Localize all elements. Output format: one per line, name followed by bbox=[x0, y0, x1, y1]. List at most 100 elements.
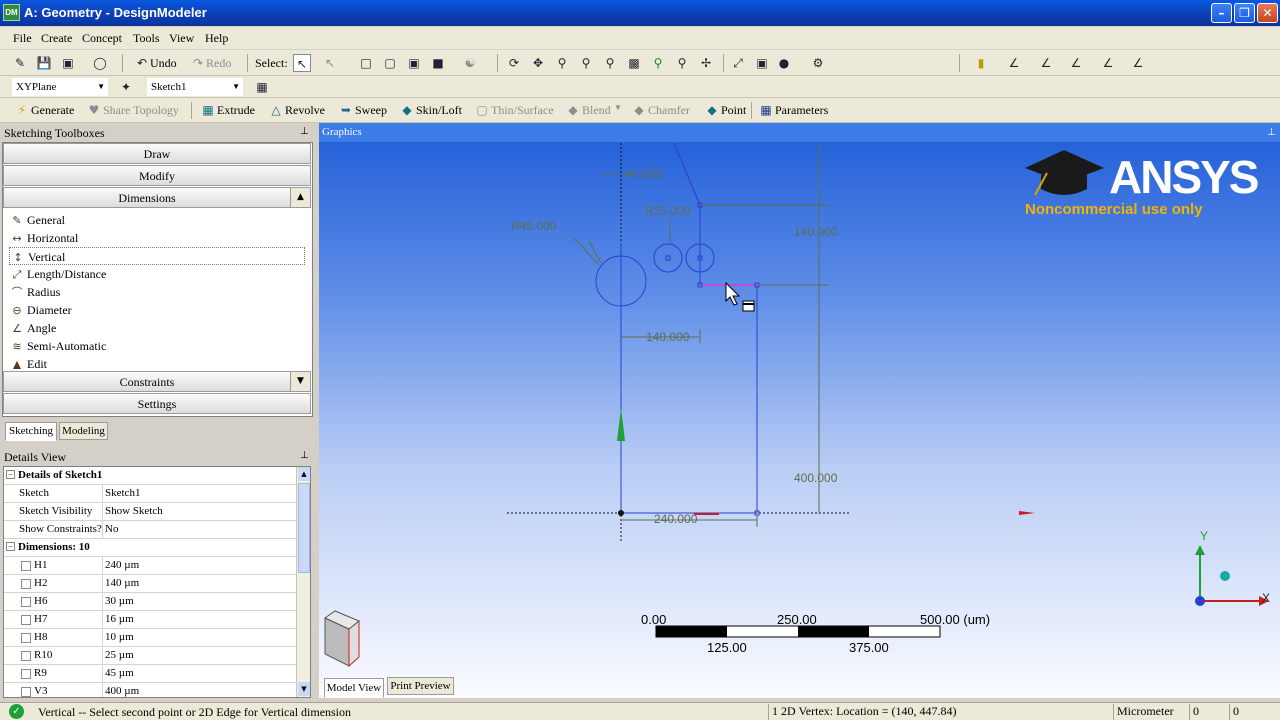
zoom-green-icon[interactable]: ⚲ bbox=[649, 54, 667, 72]
lightning-icon[interactable]: ⚡ bbox=[13, 101, 31, 119]
details-scrollbar[interactable]: ▲ ▼ bbox=[296, 467, 310, 697]
select-filter-icon[interactable]: ↖ bbox=[321, 54, 339, 72]
pan-icon[interactable]: ✥ bbox=[529, 54, 547, 72]
undo-button[interactable]: Undo bbox=[150, 56, 177, 71]
minimize-button[interactable]: – bbox=[1211, 3, 1232, 23]
select-mode-icon[interactable]: ↖ bbox=[293, 54, 311, 72]
look-at-icon[interactable]: ⚙ bbox=[809, 54, 827, 72]
scroll-thumb[interactable] bbox=[298, 483, 310, 573]
menu-file[interactable]: File bbox=[13, 31, 32, 46]
save-as-icon[interactable]: ▣ bbox=[59, 54, 77, 72]
zoom-icon[interactable]: ⚲ bbox=[553, 54, 571, 72]
extend-select-icon[interactable]: ☯ bbox=[461, 54, 479, 72]
sketch-select[interactable]: Sketch1 ▼ bbox=[147, 78, 243, 96]
tool-semi-automatic[interactable]: ≋ Semi-Automatic bbox=[9, 337, 305, 355]
menu-concept[interactable]: Concept bbox=[82, 31, 122, 46]
modify-toolbox-header[interactable]: Modify bbox=[3, 165, 311, 186]
view-cube-icon[interactable] bbox=[323, 610, 360, 668]
zoom-out-icon[interactable]: ⚲ bbox=[673, 54, 691, 72]
body-select-icon[interactable]: ■ bbox=[429, 54, 447, 72]
checkbox[interactable] bbox=[21, 597, 31, 607]
dimensions-toolbox-header[interactable]: Dimensions bbox=[3, 187, 291, 208]
dimension-row[interactable]: R10 25 µm bbox=[4, 647, 296, 665]
details-row[interactable]: Sketch Visibility Show Sketch bbox=[4, 503, 296, 521]
units-indicator[interactable]: Micrometer bbox=[1113, 704, 1189, 720]
checkbox[interactable] bbox=[21, 687, 31, 697]
tab-sketching[interactable]: Sketching bbox=[5, 422, 57, 441]
new-sketch-icon[interactable]: ∠ bbox=[1037, 54, 1055, 72]
tool-radius[interactable]: ⌒ Radius bbox=[9, 283, 305, 301]
point-button[interactable]: Point bbox=[721, 103, 746, 118]
save-icon[interactable]: 💾 bbox=[35, 54, 53, 72]
sketch-tool-icon[interactable]: ∠ bbox=[1067, 54, 1085, 72]
tool-length-distance[interactable]: ⤢ Length/Distance bbox=[9, 265, 305, 283]
dim-h240-value[interactable]: 240.000 bbox=[654, 512, 698, 526]
rotate-icon[interactable]: ⟳ bbox=[505, 54, 523, 72]
revolve-icon[interactable]: △ bbox=[267, 101, 285, 119]
sketch-geometry[interactable] bbox=[595, 142, 758, 514]
zoom-box-icon[interactable]: ⚲ bbox=[577, 54, 595, 72]
dim-r25-value[interactable]: R25.000 bbox=[645, 204, 691, 218]
parameters-icon[interactable]: ▦ bbox=[757, 101, 775, 119]
tab-modeling[interactable]: Modeling bbox=[59, 422, 108, 440]
snap-icon[interactable]: ⤢ bbox=[729, 54, 747, 72]
pin-icon[interactable]: ⊥ bbox=[300, 126, 309, 137]
dimension-row[interactable]: H1 240 µm bbox=[4, 557, 296, 575]
details-row[interactable]: Show Constraints? No bbox=[4, 521, 296, 539]
plane-select[interactable]: XYPlane ▼ bbox=[12, 78, 108, 96]
dim-top-value[interactable]: 40.000 bbox=[625, 167, 662, 181]
dimension-row[interactable]: R9 45 µm bbox=[4, 665, 296, 683]
tool-general[interactable]: ✎ General bbox=[9, 211, 305, 229]
draw-toolbox-header[interactable]: Draw bbox=[3, 143, 311, 164]
constraints-toolbox-header[interactable]: Constraints bbox=[3, 371, 291, 392]
checkbox[interactable] bbox=[21, 669, 31, 679]
parameters-button[interactable]: Parameters bbox=[775, 103, 828, 118]
zoom-fit-icon[interactable]: ▩ bbox=[625, 54, 643, 72]
sweep-button[interactable]: Sweep bbox=[355, 103, 387, 118]
dim-h140-value[interactable]: 140.000 bbox=[646, 330, 690, 344]
extrude-icon[interactable]: ▦ bbox=[199, 101, 217, 119]
point-display-icon[interactable]: ● bbox=[775, 54, 793, 72]
pin-icon[interactable]: ⊥ bbox=[300, 450, 309, 461]
scroll-down-icon[interactable]: ▼ bbox=[298, 682, 310, 696]
new-sketch-icon[interactable]: ▦ bbox=[253, 78, 271, 96]
new-icon[interactable]: ✎ bbox=[11, 54, 29, 72]
settings-toolbox-label[interactable]: Settings bbox=[3, 393, 311, 414]
checkbox[interactable] bbox=[21, 651, 31, 661]
dim-v400-value[interactable]: 400.000 bbox=[794, 471, 838, 485]
scroll-up-icon[interactable]: ▲ bbox=[298, 467, 310, 481]
edge-select-icon[interactable]: ▢ bbox=[381, 54, 399, 72]
new-plane-star-icon[interactable]: ✦ bbox=[117, 78, 135, 96]
pin-icon[interactable]: ⊥ bbox=[1267, 123, 1276, 142]
close-button[interactable]: ✕ bbox=[1257, 3, 1278, 23]
details-row[interactable]: Sketch Sketch1 bbox=[4, 485, 296, 503]
sweep-icon[interactable]: ➥ bbox=[337, 101, 355, 119]
tool-edit[interactable]: ▲ Edit bbox=[9, 355, 305, 369]
sketch-tool3-icon[interactable]: ∠ bbox=[1129, 54, 1147, 72]
tab-model-view[interactable]: Model View bbox=[324, 678, 384, 698]
revolve-button[interactable]: Revolve bbox=[285, 103, 325, 118]
menu-tools[interactable]: Tools bbox=[133, 31, 160, 46]
checkbox[interactable] bbox=[21, 633, 31, 643]
sketch-canvas[interactable]: ANSYS Noncommercial use only 40.000 R25.… bbox=[319, 123, 1280, 698]
scroll-down-icon[interactable]: ▼ bbox=[290, 371, 311, 392]
tool-horizontal[interactable]: ↔ Horizontal bbox=[9, 229, 305, 247]
graphics-options-icon[interactable]: ▮ bbox=[972, 54, 990, 72]
extrude-button[interactable]: Extrude bbox=[217, 103, 255, 118]
menu-help[interactable]: Help bbox=[205, 31, 228, 46]
sketch-tool2-icon[interactable]: ∠ bbox=[1099, 54, 1117, 72]
collapse-icon[interactable]: − bbox=[6, 542, 15, 551]
graphics-viewport[interactable]: ANSYS Noncommercial use only 40.000 R25.… bbox=[319, 123, 1280, 698]
collapse-icon[interactable]: − bbox=[6, 470, 15, 479]
checkbox[interactable] bbox=[21, 579, 31, 589]
point-select-icon[interactable]: □ bbox=[357, 54, 375, 72]
checkbox[interactable] bbox=[21, 615, 31, 625]
shade-icon[interactable]: ▣ bbox=[753, 54, 771, 72]
dim-v140-value[interactable]: 140.000 bbox=[794, 225, 838, 239]
zoom-in-icon[interactable]: ⚲ bbox=[601, 54, 619, 72]
menu-view[interactable]: View bbox=[169, 31, 194, 46]
new-plane-icon[interactable]: ∠ bbox=[1005, 54, 1023, 72]
tool-vertical[interactable]: ↕ Vertical bbox=[9, 247, 305, 265]
dimension-row[interactable]: V3 400 µm bbox=[4, 683, 296, 697]
skin-loft-icon[interactable]: ◆ bbox=[398, 101, 416, 119]
